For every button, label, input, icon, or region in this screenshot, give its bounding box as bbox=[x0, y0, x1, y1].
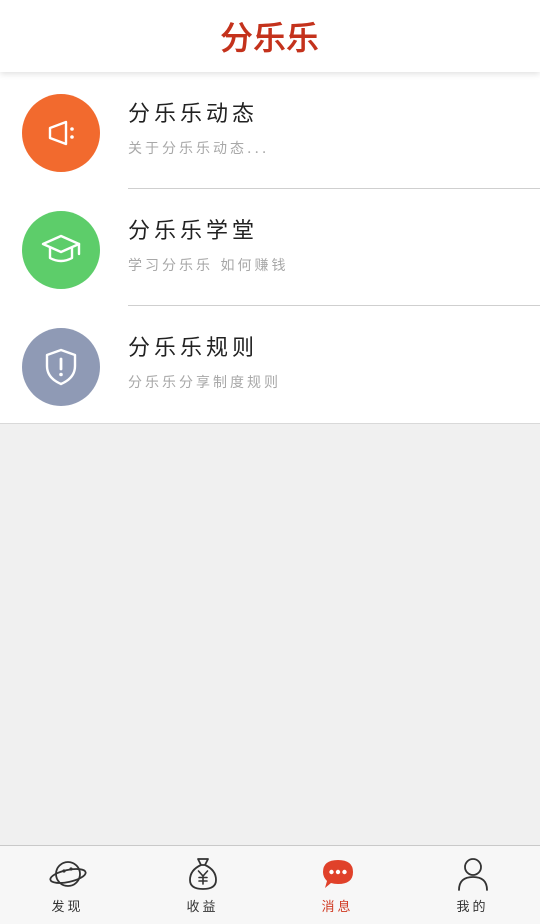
tab-discover[interactable]: 发现 bbox=[0, 846, 135, 924]
message-item-text: 分乐乐学堂 学习分乐乐 如何赚钱 bbox=[128, 217, 520, 275]
message-subtitle: 学习分乐乐 如何赚钱 bbox=[128, 258, 289, 274]
top-bar: 分乐乐 bbox=[0, 0, 540, 72]
planet-icon bbox=[48, 856, 87, 892]
message-item-news[interactable]: 分乐乐动态 关于分乐乐动态... bbox=[0, 72, 540, 189]
message-title: 分乐乐动态 bbox=[128, 102, 259, 127]
tab-earnings[interactable]: 收益 bbox=[135, 846, 270, 924]
tab-profile[interactable]: 我的 bbox=[405, 846, 540, 924]
message-item-school[interactable]: 分乐乐学堂 学习分乐乐 如何赚钱 bbox=[0, 189, 540, 306]
graduation-cap-icon bbox=[22, 211, 100, 289]
message-item-text: 分乐乐规则 分乐乐分享制度规则 bbox=[128, 334, 520, 392]
app-title: 分乐乐 bbox=[220, 19, 320, 57]
bottom-tab-bar: 发现 收益 消息 我的 bbox=[0, 845, 540, 924]
message-item-rules[interactable]: 分乐乐规则 分乐乐分享制度规则 bbox=[0, 306, 540, 424]
message-title: 分乐乐学堂 bbox=[128, 219, 259, 244]
message-item-text: 分乐乐动态 关于分乐乐动态... bbox=[128, 100, 520, 158]
megaphone-icon bbox=[22, 94, 100, 172]
message-title: 分乐乐规则 bbox=[128, 336, 259, 361]
tab-label: 发现 bbox=[51, 900, 84, 915]
tab-label: 收益 bbox=[186, 900, 219, 915]
money-bag-icon bbox=[184, 856, 222, 892]
chat-bubble-icon bbox=[319, 856, 357, 892]
tab-messages[interactable]: 消息 bbox=[270, 846, 405, 924]
tab-label: 消息 bbox=[321, 900, 354, 915]
message-list: 分乐乐动态 关于分乐乐动态... 分乐乐学堂 学习分乐乐 如何赚钱 分乐乐规则 … bbox=[0, 72, 540, 424]
message-subtitle: 分乐乐分享制度规则 bbox=[128, 375, 281, 391]
person-icon bbox=[454, 856, 492, 892]
tab-label: 我的 bbox=[456, 900, 489, 915]
message-subtitle: 关于分乐乐动态... bbox=[128, 141, 270, 157]
shield-alert-icon bbox=[22, 328, 100, 406]
